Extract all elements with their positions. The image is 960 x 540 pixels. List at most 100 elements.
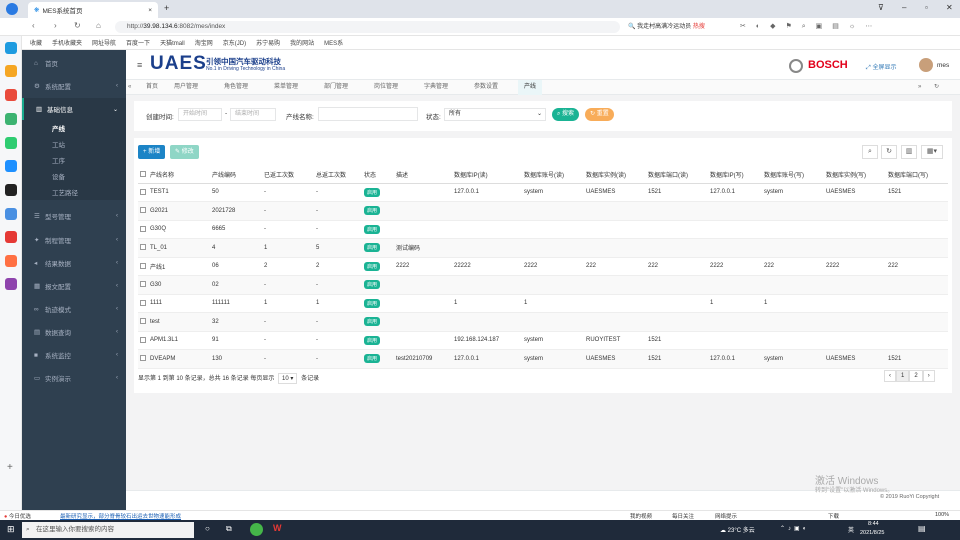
avatar[interactable] <box>919 58 933 72</box>
bookmark-item[interactable]: 天猫tmall <box>160 38 185 47</box>
column-header[interactable]: 产线名称 <box>148 166 210 184</box>
add-button[interactable]: + 新增 <box>138 145 166 159</box>
url-input[interactable]: http://39.98.134.6:8082/mes/index <box>115 21 620 33</box>
browser-logo-icon[interactable] <box>6 3 18 15</box>
close-window-icon[interactable]: ✕ <box>946 3 953 12</box>
bookmark-item[interactable]: 淘宝网 <box>195 38 213 47</box>
search-button[interactable]: ⌕ 搜索 <box>552 108 580 121</box>
table-row[interactable]: DVEAPM 130- - 启用 test20210709 127.0.0.1 system… <box>138 349 948 369</box>
row-checkbox[interactable] <box>138 238 148 258</box>
bookmark-item[interactable]: 苏宁易购 <box>256 38 280 47</box>
table-search-icon[interactable]: ⌕ <box>862 145 878 159</box>
table-refresh-icon[interactable]: ↻ <box>881 145 897 159</box>
sidebar-item-track[interactable]: ∞ 轨迹模式 ‹ <box>22 298 126 320</box>
row-checkbox[interactable] <box>138 201 148 221</box>
table-toggle-icon[interactable]: ▥ <box>901 145 917 159</box>
refresh-tab-icon[interactable]: ↻ <box>934 80 939 95</box>
sidebar-sub-route[interactable]: 工艺路径 <box>22 184 126 200</box>
task-view-icon[interactable]: ⧉ <box>226 524 232 534</box>
tab-post[interactable]: 岗位管理 <box>374 80 398 95</box>
bookmark-item[interactable]: 收藏 <box>30 38 42 47</box>
tab-role[interactable]: 角色管理 <box>224 80 248 95</box>
sidebar-item-process[interactable]: ✦ 制程管理 ‹ <box>22 229 126 251</box>
tab-config[interactable]: 参数设置 <box>474 80 498 95</box>
app2-icon[interactable] <box>5 278 17 290</box>
page-1-button[interactable]: 1 <box>896 370 910 382</box>
tab-close-icon[interactable]: × <box>148 7 152 14</box>
bookmark-item[interactable]: 百度一下 <box>126 38 150 47</box>
table-row[interactable]: test 32- - 启用 <box>138 312 948 332</box>
forward-icon[interactable]: › <box>54 21 57 30</box>
bookmark-item[interactable]: 手机收藏夹 <box>52 38 82 47</box>
home-icon[interactable]: ⌂ <box>96 21 101 30</box>
sidebar-item-message[interactable]: ▦ 报文配置 ‹ <box>22 275 126 297</box>
table-row[interactable]: G2021 2021728- - 启用 <box>138 201 948 221</box>
user-name[interactable]: mes <box>937 62 949 69</box>
browser-search-hint[interactable]: 🔍 我走村高满冷运动员 热搜 <box>628 21 730 33</box>
windows-start-icon[interactable]: ⊞ <box>7 524 15 535</box>
clock-date[interactable]: 2021/8/25 <box>860 530 884 536</box>
bookmark-item[interactable]: 京东(JD) <box>223 38 246 47</box>
status-video[interactable]: 我的视频 <box>630 512 652 520</box>
browser-menu-icon[interactable]: ⊽ <box>878 3 884 12</box>
table-row[interactable]: 1111 111111 1 1 启用 1 1 1 1 <box>138 294 948 313</box>
doc-icon[interactable] <box>5 208 17 220</box>
edit-button[interactable]: ✎ 修改 <box>170 145 199 159</box>
weibo-icon[interactable] <box>5 89 17 101</box>
sidebar-sub-equipment[interactable]: 设备 <box>22 168 126 184</box>
next-page-button[interactable]: › <box>922 370 935 382</box>
row-checkbox[interactable] <box>138 220 148 239</box>
sidebar-item-home[interactable]: ⌂ 首页 <box>22 52 126 74</box>
row-checkbox[interactable] <box>138 331 148 350</box>
sidebar-sub-line[interactable]: 产线 <box>22 120 126 136</box>
pay-icon[interactable] <box>5 160 17 172</box>
tabs-scroll-left-icon[interactable]: « <box>128 80 131 95</box>
tab-line[interactable]: 产线 <box>518 80 543 95</box>
tabs-scroll-right-icon[interactable]: » <box>918 80 921 95</box>
browser-toolbar-icons[interactable]: ✂◐◆⚑⌕▣▤☼⋯ <box>740 22 882 31</box>
new-tab-icon[interactable]: + <box>164 3 169 13</box>
game-icon[interactable] <box>5 184 17 196</box>
menu-toggle-icon[interactable]: ≡ <box>137 60 142 70</box>
app-icon[interactable] <box>5 255 17 267</box>
status-download[interactable]: 下载 <box>828 512 839 520</box>
tab-dept[interactable]: 部门管理 <box>324 80 348 95</box>
notification-icon[interactable]: ▤ <box>918 524 926 533</box>
status-news-link[interactable]: 最新研究显示，部分脊骨较石出运去世物速能形成 <box>60 512 181 520</box>
start-date-input[interactable]: 开始时间 <box>178 108 222 121</box>
mail-icon[interactable] <box>5 113 17 125</box>
minimize-icon[interactable]: – <box>902 3 906 12</box>
page-size-select[interactable]: 10 ▾ <box>278 373 298 384</box>
browser-taskbar-icon[interactable] <box>250 523 263 536</box>
tray-icons[interactable]: ⌃♪▣◐ <box>780 525 809 532</box>
reload-icon[interactable]: ↻ <box>74 21 81 30</box>
status-select[interactable]: 所有 ⌄ <box>444 108 546 121</box>
taskbar-search-input[interactable]: ⌕ 在这里输入你要搜索的内容 <box>22 522 194 538</box>
tab-user[interactable]: 用户管理 <box>174 80 198 95</box>
sidebar-item-result[interactable]: ◂ 结果数据 ‹ <box>22 252 126 274</box>
column-header[interactable]: 产线编码 <box>210 166 262 184</box>
row-checkbox[interactable] <box>138 257 148 276</box>
table-row[interactable]: TL_01 4 1 5 启用 测试编码 <box>138 238 948 258</box>
table-row[interactable]: APM1.3L1 91- - 启用 192.168.124.187 system RUOYI… <box>138 331 948 350</box>
bookmark-item[interactable]: MES系 <box>324 38 343 47</box>
sidebar-sub-station[interactable]: 工站 <box>22 136 126 152</box>
sidebar-item-model[interactable]: ☰ 型号管理 ‹ <box>22 205 126 227</box>
add-panel-icon[interactable]: + <box>7 462 13 473</box>
back-icon[interactable]: ‹ <box>32 21 35 30</box>
table-row[interactable]: G30 02- - 启用 <box>138 275 948 295</box>
sidebar-item-monitor[interactable]: ■ 系统监控 ‹ <box>22 344 126 366</box>
row-checkbox[interactable] <box>138 312 148 332</box>
maximize-icon[interactable]: ▫ <box>925 3 928 12</box>
row-checkbox[interactable] <box>138 349 148 369</box>
tab-dict[interactable]: 字典管理 <box>424 80 448 95</box>
select-all-checkbox[interactable] <box>138 166 148 184</box>
sidebar-sub-process[interactable]: 工序 <box>22 152 126 168</box>
status-zoom[interactable]: 100% <box>935 512 949 518</box>
wps-taskbar-icon[interactable]: W <box>273 523 282 533</box>
wechat-icon[interactable] <box>5 137 17 149</box>
page-2-button[interactable]: 2 <box>909 370 923 382</box>
row-checkbox[interactable] <box>138 183 148 202</box>
table-row[interactable]: TEST1 50- - 启用 127.0.0.1 system UAESMES 1521 127… <box>138 183 948 202</box>
tab-home[interactable]: 首页 <box>146 80 158 95</box>
